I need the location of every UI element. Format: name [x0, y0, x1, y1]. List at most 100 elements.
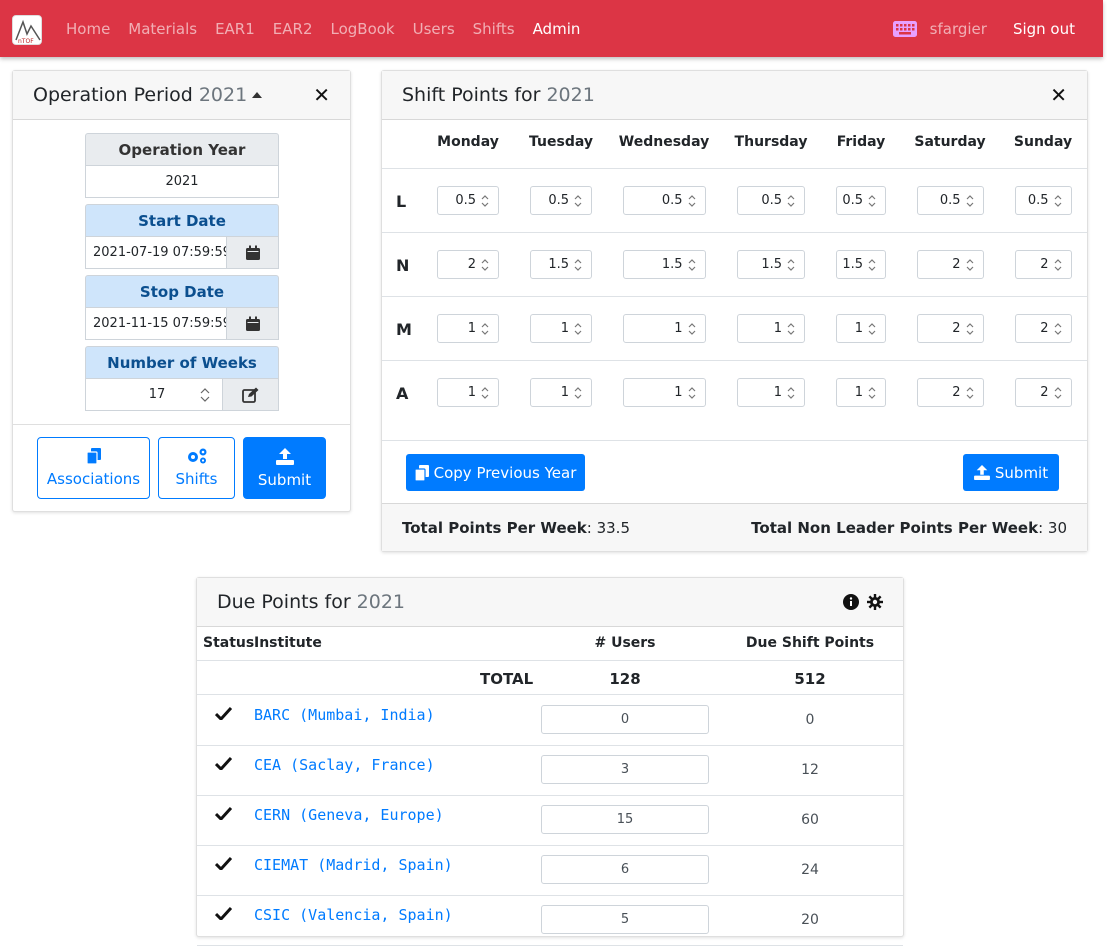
spinner-icon[interactable]	[1053, 322, 1063, 336]
spinner-icon[interactable]	[786, 386, 796, 400]
nav-shifts[interactable]: Shifts	[464, 20, 524, 38]
spinner-icon[interactable]	[867, 386, 877, 400]
shift-points-input[interactable]: 1	[836, 378, 886, 407]
users-count-input[interactable]: 6	[541, 855, 709, 884]
shift-points-input[interactable]: 1	[530, 314, 592, 343]
users-count-input[interactable]: 0	[541, 705, 709, 734]
shift-points-input[interactable]: 0.5	[916, 186, 984, 215]
shift-points-input[interactable]: 2	[916, 250, 984, 279]
nav-home[interactable]: Home	[57, 20, 119, 38]
info-icon[interactable]	[843, 594, 859, 610]
nav-ear2[interactable]: EAR2	[264, 20, 322, 38]
due-points-year: 2021	[356, 591, 405, 613]
shift-points-input[interactable]: 1	[530, 378, 592, 407]
shift-points-input[interactable]: 2	[437, 250, 499, 279]
shift-points-input[interactable]: 2	[916, 314, 984, 343]
spinner-icon[interactable]	[198, 387, 212, 403]
username[interactable]: sfargier	[930, 20, 987, 38]
spinner-icon[interactable]	[480, 322, 490, 336]
signout-link[interactable]: Sign out	[1013, 20, 1075, 38]
spinner-icon[interactable]	[573, 258, 583, 272]
submit-button[interactable]: Submit	[243, 437, 326, 499]
nav-users[interactable]: Users	[404, 20, 464, 38]
spinner-icon[interactable]	[573, 386, 583, 400]
spinner-icon[interactable]	[965, 386, 975, 400]
spinner-icon[interactable]	[687, 258, 697, 272]
nav-materials[interactable]: Materials	[119, 20, 206, 38]
spinner-icon[interactable]	[965, 322, 975, 336]
shift-points-input[interactable]: 1	[737, 314, 805, 343]
spinner-icon[interactable]	[965, 258, 975, 272]
ntof-logo[interactable]: nTOF	[12, 15, 42, 45]
shift-points-input[interactable]: 0.5	[737, 186, 805, 215]
spinner-icon[interactable]	[965, 194, 975, 208]
shift-submit-button[interactable]: Submit	[963, 454, 1059, 491]
close-icon[interactable]: ✕	[1050, 83, 1067, 107]
spinner-icon[interactable]	[1053, 258, 1063, 272]
users-count-input[interactable]: 3	[541, 755, 709, 784]
spinner-icon[interactable]	[480, 386, 490, 400]
shift-points-input[interactable]: 1	[737, 378, 805, 407]
shift-points-input[interactable]: 1	[437, 378, 499, 407]
stop-date-calendar-button[interactable]	[226, 308, 278, 339]
institute-link[interactable]: CEA (Saclay, France)	[254, 756, 435, 774]
shift-points-input[interactable]: 1.5	[530, 250, 592, 279]
institute-link[interactable]: CIEMAT (Madrid, Spain)	[254, 856, 453, 874]
weeks-edit-button[interactable]	[222, 379, 278, 410]
spinner-icon[interactable]	[687, 194, 697, 208]
shift-points-input[interactable]: 1	[836, 314, 886, 343]
institute-link[interactable]: CERN (Geneva, Europe)	[254, 806, 444, 824]
spinner-icon[interactable]	[480, 258, 490, 272]
keyboard-icon[interactable]	[892, 20, 917, 37]
operation-period-year[interactable]: 2021	[199, 84, 247, 106]
spinner-icon[interactable]	[687, 322, 697, 336]
copy-previous-year-button[interactable]: Copy Previous Year	[406, 454, 585, 491]
shift-points-input[interactable]: 0.5	[437, 186, 499, 215]
nav-logbook[interactable]: LogBook	[322, 20, 404, 38]
institute-link[interactable]: CSIC (Valencia, Spain)	[254, 906, 453, 924]
spinner-icon[interactable]	[786, 258, 796, 272]
copy-icon	[86, 448, 101, 464]
spinner-icon[interactable]	[687, 386, 697, 400]
nav-ear1[interactable]: EAR1	[206, 20, 264, 38]
shift-points-input[interactable]: 0.5	[530, 186, 592, 215]
shift-points-input[interactable]: 1	[622, 314, 706, 343]
shift-points-value: 1.5	[661, 257, 683, 272]
shift-points-input[interactable]: 1.5	[737, 250, 805, 279]
shift-points-input[interactable]: 2	[1014, 314, 1072, 343]
shift-points-input[interactable]: 1.5	[836, 250, 886, 279]
shift-points-input[interactable]: 0.5	[622, 186, 706, 215]
shift-points-input[interactable]: 2	[916, 378, 984, 407]
spinner-icon[interactable]	[867, 322, 877, 336]
users-count-input[interactable]: 15	[541, 805, 709, 834]
spinner-icon[interactable]	[1053, 386, 1063, 400]
gear-icon[interactable]	[867, 594, 883, 610]
shift-points-input[interactable]: 0.5	[836, 186, 886, 215]
spinner-icon[interactable]	[573, 194, 583, 208]
start-date-calendar-button[interactable]	[226, 237, 278, 268]
users-count-input[interactable]: 5	[541, 905, 709, 934]
shift-points-input[interactable]: 2	[1014, 250, 1072, 279]
weeks-input[interactable]: 17	[86, 379, 198, 410]
shift-points-input[interactable]: 1.5	[622, 250, 706, 279]
shift-points-input[interactable]: 2	[1014, 378, 1072, 407]
shifts-button[interactable]: Shifts	[158, 437, 235, 499]
institute-link[interactable]: BARC (Mumbai, India)	[254, 706, 435, 724]
spinner-icon[interactable]	[573, 322, 583, 336]
associations-button[interactable]: Associations	[37, 437, 150, 499]
spinner-icon[interactable]	[786, 322, 796, 336]
shift-points-value: 1.5	[761, 257, 782, 272]
close-icon[interactable]: ✕	[313, 83, 330, 107]
shift-points-input[interactable]: 1	[622, 378, 706, 407]
spinner-icon[interactable]	[786, 194, 796, 208]
spinner-icon[interactable]	[867, 258, 877, 272]
spinner-icon[interactable]	[1053, 194, 1063, 208]
spinner-icon[interactable]	[867, 194, 877, 208]
shift-points-input[interactable]: 0.5	[1014, 186, 1072, 215]
stop-date-input[interactable]: 2021-11-15 07:59:59	[86, 308, 226, 339]
nav-admin[interactable]: Admin	[524, 20, 590, 38]
spinner-icon[interactable]	[480, 194, 490, 208]
shift-points-input[interactable]: 1	[437, 314, 499, 343]
caret-up-icon[interactable]	[251, 90, 263, 100]
start-date-input[interactable]: 2021-07-19 07:59:59	[86, 237, 226, 268]
